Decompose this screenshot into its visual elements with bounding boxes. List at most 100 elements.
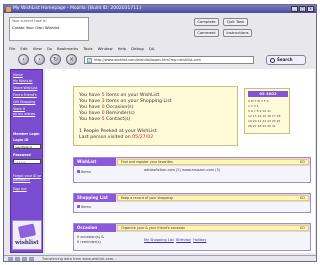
password-label: Password <box>13 153 31 157</box>
menu-view[interactable]: View <box>33 45 42 52</box>
task-box: Your current task is: Create Your Own Wi… <box>9 17 89 41</box>
wishlist-go-link[interactable]: GO <box>300 160 305 164</box>
complete-button[interactable]: Complete <box>194 18 219 26</box>
close-button[interactable]: × <box>307 6 314 12</box>
wishlist-panel: WishList Find and register your favorite… <box>73 157 311 183</box>
mail-icon[interactable] <box>8 257 13 261</box>
sidebar-item-store-it[interactable]: Store It <box>13 107 25 111</box>
sign-out-link[interactable]: Sign out <box>13 187 27 191</box>
birthday-link[interactable]: Birthday <box>176 238 191 242</box>
navigator-icon[interactable] <box>15 257 20 261</box>
login-id-input[interactable]: joecitizen@ <box>13 144 41 149</box>
member-login-heading: Member Login <box>13 132 40 136</box>
search-label: Search <box>277 57 293 62</box>
navigation-toolbar: ‹ › ↻ × http://www.wishlist.com/wishlist… <box>4 53 316 67</box>
composer-icon[interactable] <box>22 257 27 261</box>
status-bar: Transferring data from www.wishlist.com.… <box>4 255 316 262</box>
calendar-week[interactable]: 12 13 14 15 16 17 18 <box>248 114 280 118</box>
sidebar: Home My WishList Share WishList Find a F… <box>10 69 43 253</box>
address-text: http://www.wishlist.com/wishlist/logon.h… <box>94 58 201 62</box>
calendar-weekdays: S M T W T F S <box>248 99 269 103</box>
page-icon <box>87 58 92 63</box>
menu-window[interactable]: Window <box>98 45 113 52</box>
sidebar-item-find-friend[interactable]: Find a Friend's <box>13 93 37 97</box>
menu-help[interactable]: Help <box>118 45 127 52</box>
occasion-panel: Occasion Organize your & your friend's o… <box>73 223 311 251</box>
search-button[interactable]: Search <box>266 55 306 65</box>
logo-text: wishlist <box>15 240 39 246</box>
address-bar[interactable]: http://www.wishlist.com/wishlist/logon.h… <box>84 56 254 64</box>
calendar-week[interactable]: 26 27 28 29 30 31 <box>248 124 276 128</box>
reminder-count: 0 reminder(s) <box>77 240 101 244</box>
comment-button[interactable]: Comment <box>194 29 219 37</box>
calendar-week[interactable]: 5 6 7 8 9 10 11 <box>248 109 271 113</box>
browser-window: My WishList Homepage - Mozilla {Build ID… <box>3 4 317 262</box>
maximize-button[interactable]: □ <box>299 6 306 12</box>
summary-line-wishlist: You have 5 items on your WishList <box>79 93 160 98</box>
window-controls: _ □ × <box>291 6 314 12</box>
shopping-panel-bar[interactable]: Keep a record of your shopping GO <box>117 195 309 201</box>
menu-edit[interactable]: Edit <box>20 45 27 52</box>
sidebar-item-all-wishes[interactable]: all my wishes <box>13 112 35 116</box>
calendar-week[interactable]: 1 2 3 4 <box>248 104 259 108</box>
forgot-password-link[interactable]: Forgot your ID or password? <box>13 174 43 182</box>
task-label: Your current task is: <box>12 19 47 23</box>
wishlist-items-links[interactable]: adidasfiction.com (2) www.amazon.com (3) <box>144 168 234 172</box>
instructions-button[interactable]: Instructions <box>223 29 252 37</box>
stop-icon[interactable]: × <box>66 54 77 65</box>
occasion-links: My Shopping List Birthday Holiday <box>144 238 206 242</box>
task-text[interactable]: Create Your Own Wishlist <box>12 25 60 30</box>
peeked-line: 1 People Peeked at your WishList <box>79 129 157 134</box>
menu-debug[interactable]: Debug <box>131 45 144 52</box>
shopping-panel-title: Shopping List <box>74 194 116 202</box>
calendar: 05 2002 S M T W T F S 1 2 3 4 5 6 7 8 9 … <box>244 88 290 134</box>
status-text: Transferring data from www.wishlist.com.… <box>42 257 117 261</box>
occasion-panel-bar[interactable]: Organize your & your friend's occasion GO <box>117 225 309 231</box>
password-input[interactable]: •••••• <box>13 159 41 164</box>
my-shopping-list-link[interactable]: My Shopping List <box>144 238 174 242</box>
sidebar-item-gift-shopping[interactable]: Gift Shopping <box>13 100 35 104</box>
gift-tag-icon <box>17 223 37 239</box>
forward-icon[interactable]: › <box>34 54 45 65</box>
menu-file[interactable]: File <box>9 45 15 52</box>
addressbook-icon[interactable] <box>29 257 34 261</box>
search-icon <box>270 58 275 63</box>
calendar-week[interactable]: 19 20 21 22 23 24 25 <box>248 119 280 123</box>
reload-icon[interactable]: ↻ <box>50 54 61 65</box>
shopping-go-link[interactable]: GO <box>300 196 305 200</box>
wishlist-panel-bar[interactable]: Find and register your favorites GO <box>117 159 309 165</box>
shopping-items-label: Items <box>77 205 139 209</box>
sidebar-item-home[interactable]: Home <box>13 73 23 77</box>
menu-go[interactable]: Go <box>47 45 52 52</box>
shopping-panel: Shopping List Keep a record of your shop… <box>73 193 311 213</box>
app-icon <box>6 6 11 12</box>
quit-task-button[interactable]: Quit Task <box>223 18 248 26</box>
main-content: You have 5 items on your WishList You ha… <box>45 69 315 253</box>
back-icon[interactable]: ‹ <box>18 54 29 65</box>
wishlist-logo: wishlist <box>12 220 42 250</box>
minimize-button[interactable]: _ <box>291 6 298 12</box>
status-icons <box>8 257 34 261</box>
summary-line-shopping: You have 3 items on your Shopping List <box>79 99 172 104</box>
last-visit-line: Last person visited on 05/27/02 <box>79 135 154 140</box>
holiday-link[interactable]: Holiday <box>193 238 206 242</box>
sidebar-item-my-wishlist[interactable]: My WishList <box>13 79 33 83</box>
occasion-panel-title: Occasion <box>74 224 116 232</box>
menu-bookmarks[interactable]: Bookmarks <box>57 45 78 52</box>
title-bar: My WishList Homepage - Mozilla {Build ID… <box>4 5 316 13</box>
summary-line-occasions: You have 0 Occasion(s) <box>79 105 134 110</box>
summary-line-reminders: You have 0 Reminder(s) <box>79 111 135 116</box>
menu-qa[interactable]: QA <box>149 45 155 52</box>
sidebar-item-share-wishlist[interactable]: Share WishList <box>13 86 37 90</box>
menu-bar: File Edit View Go Bookmarks Tools Window… <box>4 45 316 52</box>
summary-box: You have 5 items on your WishList You ha… <box>73 86 238 146</box>
login-id-label: Login ID <box>13 138 29 142</box>
menu-tools[interactable]: Tools <box>83 45 92 52</box>
summary-line-contacts: You have 5 Contact(s) <box>79 117 131 122</box>
window-title: My WishList Homepage - Mozilla {Build ID… <box>13 6 142 11</box>
occasion-go-link[interactable]: GO <box>300 226 305 230</box>
wishlist-items-label: Items <box>77 170 139 174</box>
wishlist-panel-title: WishList <box>74 158 116 166</box>
occasion-count: 0 occasion(s) & <box>77 235 105 239</box>
calendar-month[interactable]: 05 2002 <box>248 91 288 97</box>
